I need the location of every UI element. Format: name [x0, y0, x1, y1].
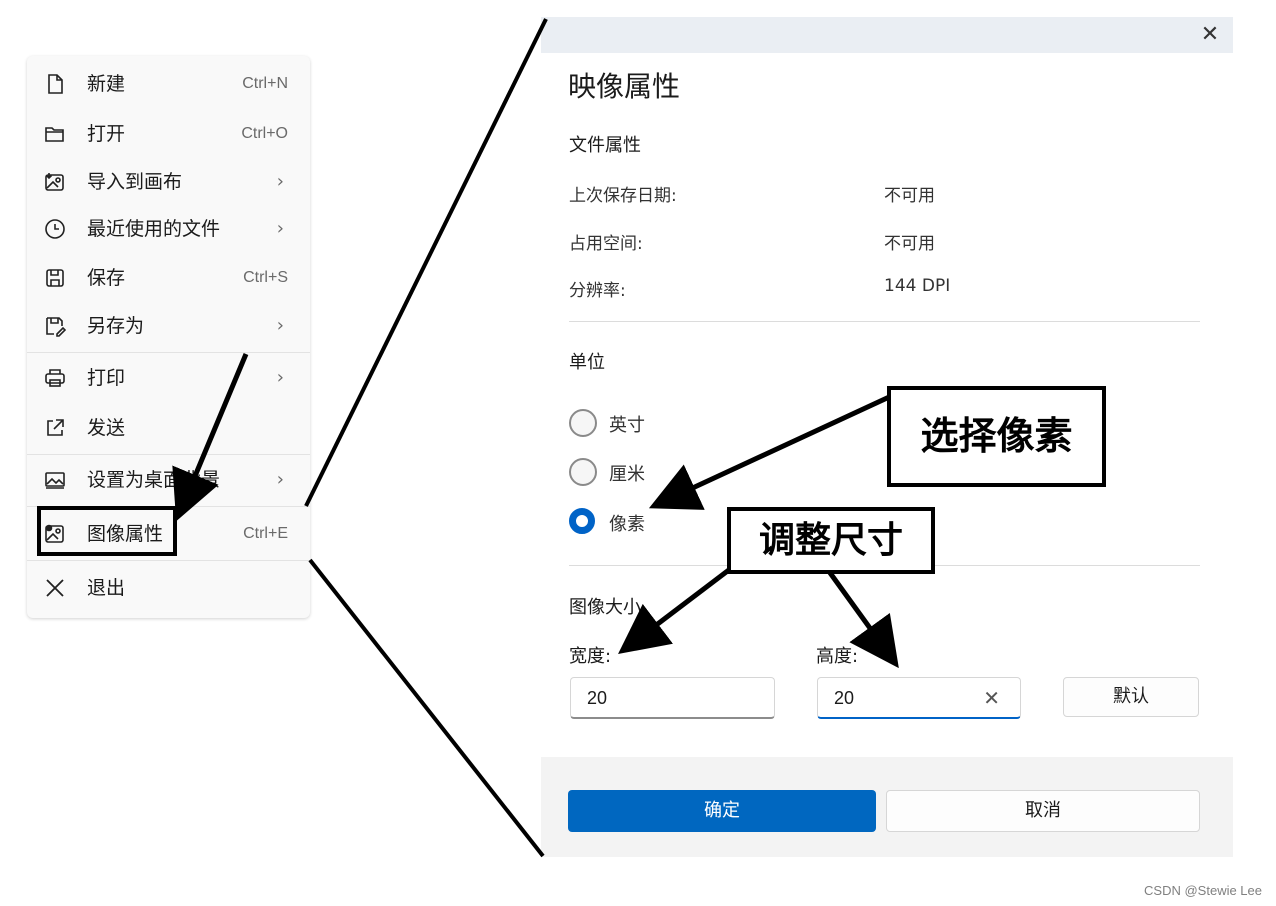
- divider: [569, 321, 1200, 322]
- units-heading: 单位: [569, 352, 605, 373]
- ok-button[interactable]: 确定: [568, 790, 876, 832]
- menu-item-label: 导入到画布: [87, 171, 183, 193]
- printer-icon: [43, 366, 67, 390]
- zoom-line-top: [304, 18, 548, 507]
- last-saved-label: 上次保存日期:: [569, 186, 677, 206]
- shortcut-label: Ctrl+N: [242, 75, 288, 92]
- title-bar: ✕: [541, 17, 1233, 53]
- radio-label-pixels: 像素: [609, 514, 645, 535]
- resolution-value: 144 DPI: [884, 276, 951, 296]
- chevron-right-icon: ›: [276, 218, 284, 239]
- highlight-box: [37, 506, 177, 556]
- zoom-line-bottom: [308, 558, 545, 858]
- chevron-right-icon: ›: [276, 315, 284, 336]
- height-label: 高度:: [816, 646, 859, 667]
- menu-separator: [27, 352, 310, 353]
- clock-icon: [43, 217, 67, 241]
- import-image-icon: [43, 170, 67, 194]
- callout-adjust-size: 调整尺寸: [727, 507, 935, 574]
- default-button[interactable]: 默认: [1063, 677, 1199, 717]
- menu-item-label: 另存为: [87, 315, 145, 337]
- menu-item-save-as[interactable]: 另存为 ›: [27, 304, 310, 348]
- menu-item-label: 发送: [87, 417, 126, 439]
- menu-item-label: 最近使用的文件: [87, 218, 221, 240]
- save-as-icon: [43, 314, 67, 338]
- cancel-button[interactable]: 取消: [886, 790, 1200, 832]
- menu-item-label: 打开: [87, 123, 126, 145]
- menu-item-label: 设置为桌面背景: [87, 469, 221, 491]
- close-button[interactable]: ✕: [1197, 22, 1223, 48]
- radio-label-centimeters: 厘米: [609, 464, 645, 485]
- wallpaper-icon: [43, 468, 67, 492]
- shortcut-label: Ctrl+S: [243, 269, 288, 286]
- height-field[interactable]: ✕: [817, 677, 1021, 719]
- last-saved-value: 不可用: [884, 186, 935, 206]
- menu-item-open[interactable]: 打开 Ctrl+O: [27, 112, 310, 156]
- callout-select-pixels: 选择像素: [887, 386, 1106, 487]
- dialog-footer: 确定 取消: [541, 757, 1233, 857]
- folder-open-icon: [43, 122, 67, 146]
- radio-label-inches: 英寸: [609, 415, 645, 436]
- menu-item-label: 退出: [87, 577, 126, 599]
- width-input[interactable]: [585, 687, 729, 710]
- menu-item-label: 保存: [87, 267, 126, 289]
- new-file-icon: [43, 72, 67, 96]
- menu-item-set-wallpaper[interactable]: 设置为桌面背景 ›: [27, 458, 310, 502]
- file-properties-heading: 文件属性: [569, 135, 641, 156]
- menu-item-send[interactable]: 发送: [27, 406, 310, 450]
- menu-item-recent[interactable]: 最近使用的文件 ›: [27, 207, 310, 251]
- chevron-right-icon: ›: [276, 367, 284, 388]
- shortcut-label: Ctrl+O: [241, 125, 288, 142]
- shortcut-label: Ctrl+E: [243, 525, 288, 542]
- radio-inches[interactable]: [569, 409, 597, 437]
- menu-separator: [27, 454, 310, 455]
- width-field[interactable]: [570, 677, 775, 719]
- size-label: 占用空间:: [569, 234, 643, 254]
- dialog-title: 映像属性: [568, 70, 681, 103]
- save-icon: [43, 266, 67, 290]
- close-icon: [43, 576, 67, 600]
- resolution-label: 分辨率:: [569, 281, 626, 301]
- image-size-heading: 图像大小: [569, 597, 641, 618]
- radio-centimeters[interactable]: [569, 458, 597, 486]
- menu-item-import[interactable]: 导入到画布 ›: [27, 160, 310, 204]
- clear-icon[interactable]: ✕: [983, 686, 1000, 710]
- radio-pixels[interactable]: [569, 508, 597, 536]
- menu-item-exit[interactable]: 退出: [27, 566, 310, 610]
- menu-separator: [27, 560, 310, 561]
- height-input[interactable]: [832, 687, 956, 710]
- menu-item-new[interactable]: 新建 Ctrl+N: [27, 62, 310, 106]
- menu-item-label: 打印: [87, 367, 126, 389]
- watermark: CSDN @Stewie Lee: [1144, 883, 1262, 898]
- menu-item-save[interactable]: 保存 Ctrl+S: [27, 256, 310, 300]
- chevron-right-icon: ›: [276, 469, 284, 490]
- chevron-right-icon: ›: [276, 171, 284, 192]
- menu-item-label: 新建: [87, 73, 126, 95]
- share-icon: [43, 416, 67, 440]
- width-label: 宽度:: [569, 646, 612, 667]
- menu-item-print[interactable]: 打印 ›: [27, 356, 310, 400]
- size-value: 不可用: [884, 234, 935, 254]
